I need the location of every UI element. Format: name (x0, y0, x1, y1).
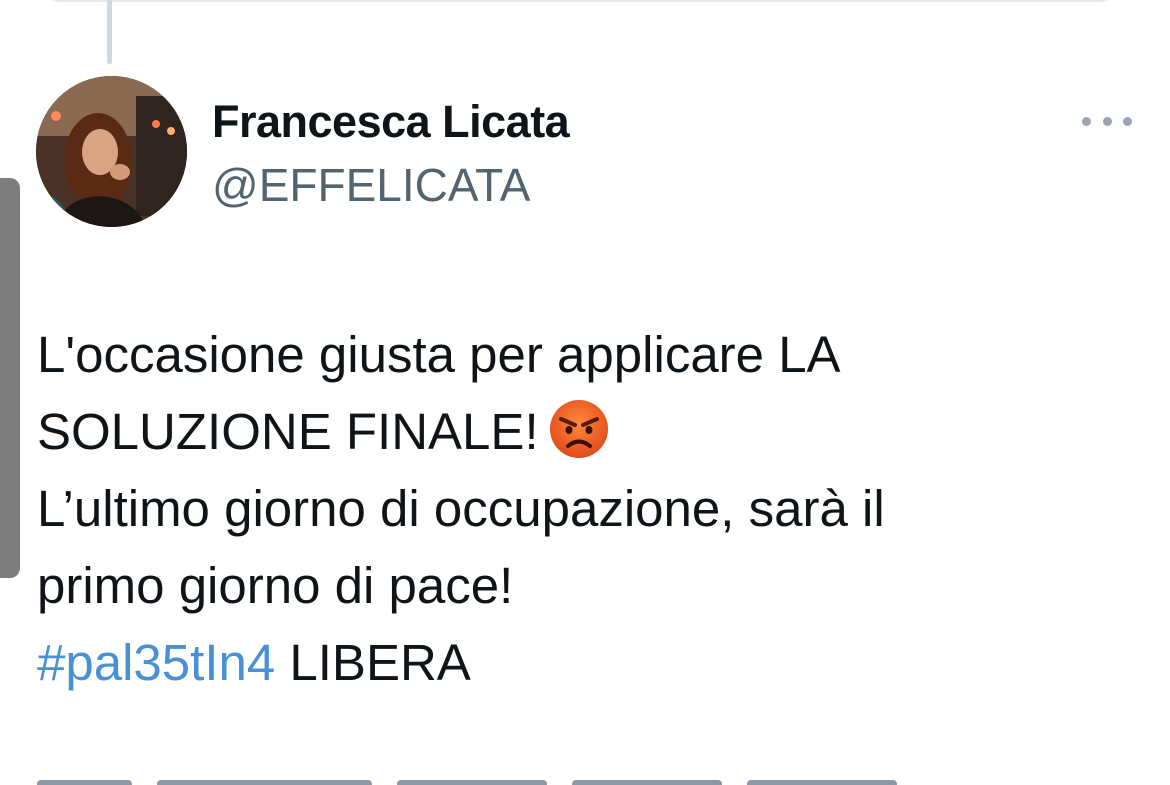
tweet-text-line-3: L’ultimo giorno di occupazione, sarà il (37, 480, 885, 537)
more-horizontal-icon (1082, 116, 1091, 126)
avatar[interactable] (36, 76, 187, 227)
more-options-button[interactable] (1082, 108, 1132, 134)
tweet-body: L'occasione giusta per applicare LA SOLU… (37, 316, 1147, 701)
author-display-name[interactable]: Francesca Licata (212, 96, 570, 148)
angry-face-icon (549, 400, 608, 458)
scrollbar[interactable] (0, 178, 20, 578)
tweet-text-line-2: SOLUZIONE FINALE! (37, 403, 539, 460)
tweet-detail-view: Francesca Licata @EFFELICATA L'occasione… (0, 0, 1170, 785)
profile-photo (36, 76, 187, 227)
more-horizontal-icon-dot (1102, 116, 1112, 126)
tweet-text-line-4: primo giorno di pace! (37, 557, 514, 614)
previous-tweet-card-edge[interactable] (40, 0, 1120, 2)
author-handle[interactable]: @EFFELICATA (212, 158, 530, 212)
tweet-text-line-5: #pal35tIn4 LIBERA (37, 624, 1147, 701)
hashtag-suffix-text: LIBERA (275, 634, 471, 691)
more-horizontal-icon-dot (1123, 116, 1132, 126)
tweet-timestamp-cut-off (37, 758, 917, 785)
tweet-text-line-1: L'occasione giusta per applicare LA (37, 326, 841, 383)
thread-connector-line (107, 0, 112, 64)
hashtag-link[interactable]: #pal35tIn4 (37, 634, 275, 691)
tweet-text-line-2-wrapper: SOLUZIONE FINALE! (37, 393, 1147, 470)
